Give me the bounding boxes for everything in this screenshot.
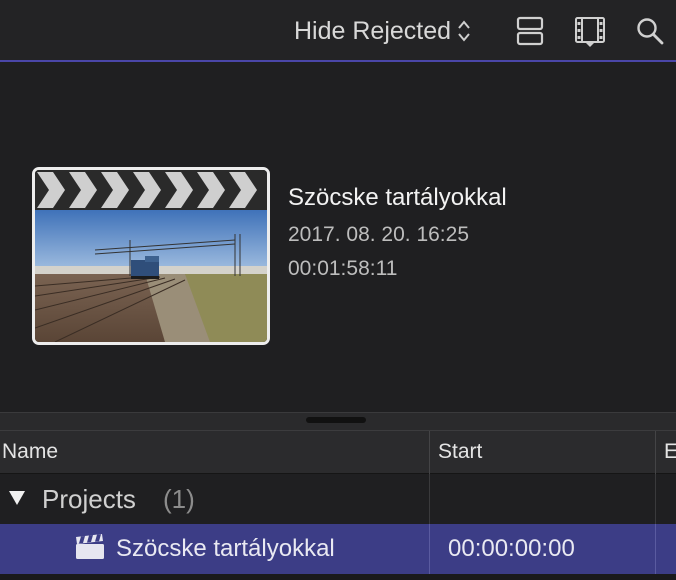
clip-filter-popup[interactable]: Hide Rejected [294,14,471,48]
column-divider [429,524,430,574]
browser-toolbar: Hide Rejected [0,0,676,62]
clip-thumbnail[interactable] [32,167,270,345]
pane-splitter[interactable] [0,412,676,430]
filmstrip-icon[interactable] [574,14,606,48]
column-header-name[interactable]: Name [0,431,430,475]
clip-duration: 00:01:58:11 [288,257,398,280]
event-browser-window: Hide Rejected Szöcske tartályokkal 2017.… [0,0,676,580]
column-header-bar: Name Start E [0,430,676,475]
clip-title: Szöcske tartályokkal [288,184,507,211]
railway-photo [35,210,267,342]
list-item[interactable]: Szöcske tartályokkal 00:00:00:00 [0,524,676,574]
column-header-start[interactable]: Start [430,431,656,475]
group-row-projects[interactable]: Projects (1) [0,474,676,524]
column-divider [655,524,656,574]
clapperboard-icon [35,170,267,210]
column-divider [655,474,656,524]
clip-date: 2017. 08. 20. 16:25 [288,223,469,246]
disclosure-triangle-icon[interactable] [8,490,26,506]
clapperboard-icon [75,534,105,560]
clip-info: Szöcske tartályokkal 2017. 08. 20. 16:25… [288,182,548,281]
list-item-start: 00:00:00:00 [448,535,575,562]
splitter-grip-handle[interactable] [306,417,366,423]
group-count: (1) [163,484,195,514]
clip-browser: Szöcske tartályokkal 2017. 08. 20. 16:25… [0,64,676,412]
clip-list-view: Name Start E Projects (1) Szöcske tartál… [0,430,676,580]
group-label: Projects [42,484,136,514]
column-divider [429,474,430,524]
clip-appearance-icon[interactable] [514,14,546,48]
list-bottom-edge [0,574,676,580]
clip-filter-label: Hide Rejected [294,16,452,45]
search-icon[interactable] [634,14,666,48]
column-header-end[interactable]: E [656,431,676,475]
list-item-name: Szöcske tartályokkal [116,535,335,562]
up-down-chevron-icon [457,18,471,44]
